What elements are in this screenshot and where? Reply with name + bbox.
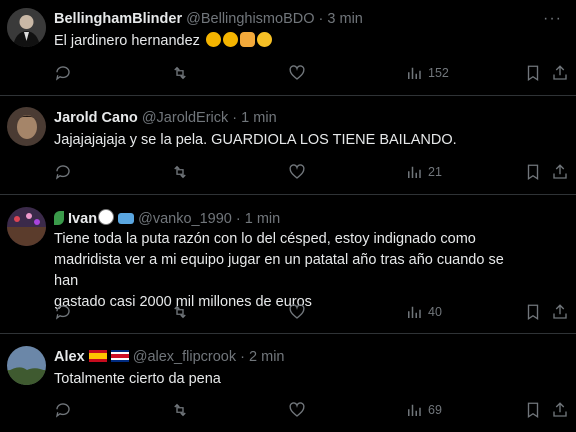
- display-name[interactable]: Alex: [54, 349, 85, 365]
- separator-dot: ·: [318, 11, 324, 27]
- timestamp[interactable]: 3 min: [327, 11, 362, 27]
- retweet-icon: [174, 305, 186, 319]
- more-options-icon[interactable]: ···: [543, 11, 562, 27]
- views-button[interactable]: 21: [405, 161, 442, 183]
- avatar[interactable]: [7, 107, 46, 146]
- avatar[interactable]: [7, 207, 46, 246]
- views-icon: [408, 404, 421, 416]
- reply-icon: [55, 305, 70, 320]
- retweet-button[interactable]: [171, 161, 189, 183]
- user-handle[interactable]: @vanko_1990: [138, 211, 232, 227]
- share-icon: [553, 304, 567, 319]
- share-button[interactable]: [551, 62, 569, 84]
- reply-button[interactable]: [54, 62, 72, 84]
- retweet-button[interactable]: [171, 301, 189, 323]
- heart-icon: [289, 402, 305, 417]
- heart-icon: [289, 65, 305, 80]
- plant-icon: [54, 211, 64, 225]
- stadium-icon: [118, 213, 135, 224]
- reply-button[interactable]: [54, 399, 72, 421]
- share-button[interactable]: [551, 301, 569, 323]
- views-icon: [408, 306, 421, 318]
- retweet-button[interactable]: [171, 399, 189, 421]
- separator-dot: ·: [240, 349, 245, 365]
- retweet-icon: [174, 66, 186, 80]
- tweet-actions: 40: [0, 301, 576, 323]
- bookmark-button[interactable]: [524, 62, 542, 84]
- bookmark-button[interactable]: [524, 161, 542, 183]
- separator-dot: ·: [235, 211, 241, 227]
- display-name[interactable]: Ivan: [68, 211, 97, 227]
- tweet-text-line: madridista ver a mi equipo jugar en un p…: [54, 252, 504, 289]
- tweet-actions: 21: [0, 161, 576, 183]
- user-handle[interactable]: @BellinghismoBDO: [186, 11, 314, 27]
- display-name[interactable]: BellinghamBlinder: [54, 11, 182, 27]
- bookmark-icon: [527, 65, 539, 82]
- tweet-text: El jardinero hernandez: [54, 33, 200, 49]
- like-button[interactable]: [288, 62, 306, 84]
- clapping-hands-emoji-icon: [239, 32, 255, 47]
- tweet[interactable]: BellinghamBlinder @BellinghismoBDO · 3 m…: [0, 0, 576, 96]
- share-icon: [553, 65, 567, 80]
- heart-icon: [289, 164, 305, 179]
- timestamp[interactable]: 2 min: [249, 349, 284, 365]
- views-icon: [408, 67, 421, 79]
- avatar[interactable]: [7, 8, 46, 47]
- user-handle[interactable]: @JaroldErick: [142, 110, 228, 126]
- rolling-laughing-emoji-icon: [205, 32, 221, 47]
- tweet-text: Jajajajajaja y se la pela. GUARDIOLA LOS…: [54, 132, 457, 148]
- separator-dot: ·: [232, 110, 238, 126]
- bookmark-icon: [527, 304, 539, 321]
- retweet-icon: [174, 403, 186, 417]
- retweet-icon: [174, 165, 186, 179]
- share-icon: [553, 402, 567, 417]
- tweet[interactable]: Alex @alex_flipcrook · 2 min Totalmente …: [0, 334, 576, 432]
- tweet[interactable]: Ivan @vanko_1990 · 1 min Tiene toda la p…: [0, 195, 576, 334]
- reply-button[interactable]: [54, 301, 72, 323]
- avatar[interactable]: [7, 346, 46, 385]
- timestamp[interactable]: 1 min: [241, 110, 276, 126]
- bookmark-button[interactable]: [524, 399, 542, 421]
- bookmark-icon: [527, 402, 539, 419]
- views-count: 40: [428, 305, 442, 319]
- tweet-actions: 69: [0, 399, 576, 421]
- share-button[interactable]: [551, 399, 569, 421]
- spain-flag-icon: [88, 350, 107, 362]
- tweet[interactable]: Jarold Cano @JaroldErick · 1 min Jajajaj…: [0, 96, 576, 195]
- reply-icon: [55, 165, 70, 180]
- views-button[interactable]: 40: [405, 301, 442, 323]
- views-count: 69: [428, 403, 442, 417]
- reply-button[interactable]: [54, 161, 72, 183]
- user-handle[interactable]: @alex_flipcrook: [133, 349, 236, 365]
- views-button[interactable]: 69: [405, 399, 442, 421]
- costa-rica-flag-icon: [110, 350, 129, 362]
- views-count: 21: [428, 165, 442, 179]
- reply-icon: [55, 66, 70, 81]
- reply-icon: [55, 403, 70, 418]
- like-button[interactable]: [288, 161, 306, 183]
- views-icon: [408, 166, 421, 178]
- bookmark-icon: [527, 164, 539, 181]
- tweet-text-line: Tiene toda la puta razón con lo del césp…: [54, 231, 476, 247]
- retweet-button[interactable]: [171, 62, 189, 84]
- timestamp[interactable]: 1 min: [245, 211, 280, 227]
- share-button[interactable]: [551, 161, 569, 183]
- soccer-ball-icon: [98, 209, 115, 225]
- tweet-text: Totalmente cierto da pena: [54, 371, 221, 387]
- heart-icon: [289, 304, 305, 319]
- like-button[interactable]: [288, 399, 306, 421]
- bookmark-button[interactable]: [524, 301, 542, 323]
- tweet-actions: 152: [0, 62, 576, 84]
- share-icon: [553, 164, 567, 179]
- display-name[interactable]: Jarold Cano: [54, 110, 138, 126]
- views-count: 152: [428, 66, 449, 80]
- views-button[interactable]: 152: [405, 62, 449, 84]
- tears-of-joy-emoji-icon: [256, 32, 272, 47]
- like-button[interactable]: [288, 301, 306, 323]
- rolling-laughing-emoji-icon: [222, 32, 238, 47]
